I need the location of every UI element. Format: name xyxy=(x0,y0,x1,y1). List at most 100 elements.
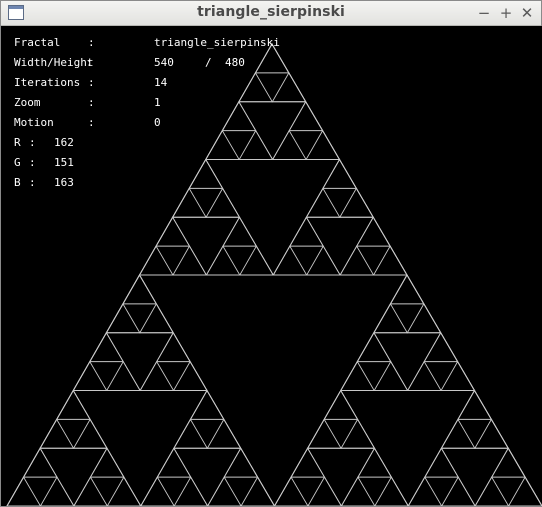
sierpinski-subtriangle xyxy=(173,476,209,506)
sierpinski-subtriangle xyxy=(22,447,58,478)
sierpinski-subtriangle xyxy=(490,447,526,478)
sierpinski-subtriangle xyxy=(239,245,275,276)
sierpinski-subtriangle xyxy=(424,447,460,478)
sierpinski-subtriangle xyxy=(305,129,341,160)
r-label: R xyxy=(14,136,21,149)
sierpinski-subtriangle xyxy=(305,187,341,218)
sierpinski-subtriangle xyxy=(323,389,359,420)
sierpinski-subtriangle xyxy=(223,447,259,478)
sierpinski-subtriangle xyxy=(273,476,309,506)
close-button[interactable]: ✕ xyxy=(518,3,536,23)
sierpinski-subtriangle xyxy=(155,216,191,247)
sierpinski-subtriangle xyxy=(389,274,425,305)
sierpinski-subtriangle xyxy=(105,302,141,334)
sierpinski-subtriangle xyxy=(271,71,307,103)
motion-label: Motion xyxy=(14,116,54,129)
sierpinski-subtriangle xyxy=(238,129,274,160)
zoom-label: Zoom xyxy=(14,96,41,109)
sierpinski-subtriangle xyxy=(205,187,241,218)
sierpinski-subtriangle xyxy=(188,158,224,189)
sierpinski-subtriangle xyxy=(322,158,358,189)
sierpinski-subtriangle xyxy=(406,360,442,391)
sierpinski-subtriangle xyxy=(305,245,341,276)
sierpinski-subtriangle xyxy=(122,274,158,305)
r-colon: : xyxy=(29,136,36,149)
fractal-canvas[interactable]: Fractal : triangle_sierpinski Width/Heig… xyxy=(2,26,542,506)
sierpinski-subtriangle xyxy=(290,447,326,478)
sierpinski-subtriangle xyxy=(140,476,175,506)
sierpinski-subtriangle xyxy=(423,331,459,363)
sierpinski-subtriangle xyxy=(55,389,91,420)
sierpinski-subtriangle xyxy=(339,245,375,276)
sierpinski-subtriangle xyxy=(289,216,325,247)
g-colon: : xyxy=(29,156,36,169)
sierpinski-subtriangle xyxy=(373,360,409,391)
fractal-label: Fractal xyxy=(14,36,61,49)
window-title: triangle_sierpinski xyxy=(197,4,345,20)
sierpinski-subtriangle xyxy=(508,476,542,506)
sierpinski-subtriangle xyxy=(173,418,209,449)
iterations-colon: : xyxy=(88,76,95,89)
sierpinski-subtriangle xyxy=(440,360,476,391)
sierpinski-subtriangle xyxy=(221,100,257,132)
sierpinski-subtriangle xyxy=(474,476,510,506)
motion-colon: : xyxy=(88,116,95,129)
b-label: B xyxy=(14,176,21,189)
zoom-colon: : xyxy=(88,96,95,109)
sierpinski-subtriangle xyxy=(206,418,242,449)
sierpinski-subtriangle xyxy=(222,216,258,247)
fractal-value: triangle_sierpinski xyxy=(154,36,280,49)
sierpinski-subtriangle xyxy=(138,245,174,276)
sierpinski-subtriangle xyxy=(204,129,240,160)
g-label: G xyxy=(14,156,21,169)
sierpinski-subtriangle xyxy=(139,360,175,391)
sierpinski-subtriangle xyxy=(340,418,376,449)
sierpinski-subtriangle xyxy=(89,331,125,363)
sierpinski-subtriangle xyxy=(207,476,242,506)
sierpinski-subtriangle xyxy=(6,476,41,506)
sierpinski-subtriangle xyxy=(171,187,207,218)
sierpinski-subtriangle xyxy=(155,331,191,363)
sierpinski-subtriangle xyxy=(457,389,493,420)
sierpinski-subtriangle xyxy=(156,447,192,478)
maximize-button[interactable]: + xyxy=(497,3,515,23)
sierpinski-subtriangle xyxy=(172,360,208,391)
size-slash: / xyxy=(205,56,212,69)
sierpinski-subtriangle xyxy=(357,447,393,478)
sierpinski-subtriangle xyxy=(340,476,376,506)
size-colon: : xyxy=(86,56,93,69)
sierpinski-subtriangle xyxy=(139,302,175,334)
fractal-colon: : xyxy=(88,36,95,49)
sierpinski-subtriangle xyxy=(205,245,241,276)
g-value: 151 xyxy=(54,156,74,169)
sierpinski-subtriangle xyxy=(307,476,342,506)
sierpinski-subtriangle xyxy=(440,418,476,449)
sierpinski-subtriangle xyxy=(271,129,307,160)
iterations-label: Iterations xyxy=(14,76,81,89)
sierpinski-subtriangle xyxy=(474,418,510,449)
sierpinski-subtriangle xyxy=(39,476,75,506)
sierpinski-subtriangle xyxy=(172,245,208,276)
sierpinski-subtriangle xyxy=(373,302,409,334)
height-value: 480 xyxy=(225,56,245,69)
sierpinski-subtriangle xyxy=(406,302,442,334)
sierpinski-subtriangle xyxy=(89,447,125,478)
app-window: triangle_sierpinski − + ✕ Fractal : tria… xyxy=(0,0,542,507)
sierpinski-triangle-drawing xyxy=(6,43,542,506)
sierpinski-subtriangle xyxy=(106,476,142,506)
sierpinski-subtriangle xyxy=(238,71,274,103)
sierpinski-subtriangle xyxy=(72,360,108,391)
sierpinski-subtriangle xyxy=(189,389,225,420)
sierpinski-subtriangle xyxy=(72,418,108,449)
title-bar[interactable]: triangle_sierpinski − + ✕ xyxy=(1,1,541,26)
sierpinski-subtriangle xyxy=(356,331,392,363)
minimize-button[interactable]: − xyxy=(475,3,493,23)
sierpinski-subtriangle xyxy=(339,187,375,218)
motion-value: 0 xyxy=(154,116,161,129)
sierpinski-subtriangle xyxy=(374,476,409,506)
zoom-value: 1 xyxy=(154,96,161,109)
sierpinski-subtriangle xyxy=(39,418,75,449)
sierpinski-subtriangle xyxy=(355,216,391,247)
sierpinski-subtriangle xyxy=(105,360,141,391)
sierpinski-subtriangle xyxy=(73,476,108,506)
